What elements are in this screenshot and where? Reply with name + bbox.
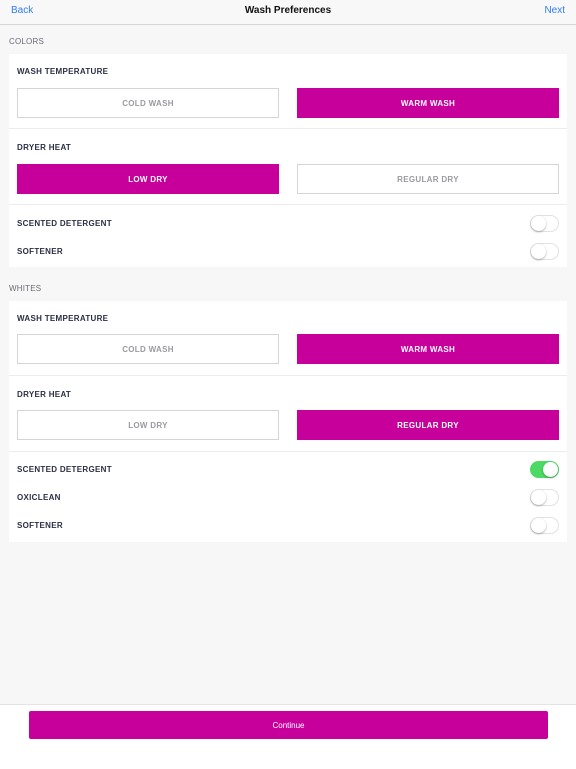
toggle-knob <box>531 244 546 259</box>
page-title: Wash Preferences <box>244 5 332 16</box>
colors-warm-wash-button[interactable]: WARM WASH <box>297 88 559 118</box>
whites-softener-toggle[interactable] <box>530 517 559 534</box>
next-button[interactable]: Next <box>544 5 565 16</box>
colors-softener-toggle[interactable] <box>530 243 559 260</box>
whites-scented-detergent-toggle[interactable] <box>530 461 559 478</box>
whites-softener-label: SOFTENER <box>17 521 63 530</box>
whites-cold-wash-button[interactable]: COLD WASH <box>17 334 279 364</box>
navigation-bar: Back Wash Preferences Next <box>0 0 576 25</box>
continue-button[interactable]: Continue <box>29 711 548 739</box>
whites-wash-temperature-label: WASH TEMPERATURE <box>17 314 109 323</box>
colors-wash-temperature-label: WASH TEMPERATURE <box>17 67 109 76</box>
bottom-bar: Continue <box>0 704 576 769</box>
colors-softener-label: SOFTENER <box>17 247 63 256</box>
divider <box>9 451 567 452</box>
whites-scented-detergent-label: SCENTED DETERGENT <box>17 465 112 474</box>
toggle-knob <box>531 216 546 231</box>
colors-regular-dry-button[interactable]: REGULAR DRY <box>297 164 559 194</box>
toggle-knob <box>531 518 546 533</box>
whites-card: WASH TEMPERATURE COLD WASH WARM WASH DRY… <box>9 301 567 542</box>
colors-dryer-heat-label: DRYER HEAT <box>17 143 72 152</box>
whites-dryer-heat-label: DRYER HEAT <box>17 390 72 399</box>
colors-scented-detergent-label: SCENTED DETERGENT <box>17 219 112 228</box>
colors-low-dry-button[interactable]: LOW DRY <box>17 164 279 194</box>
colors-cold-wash-button[interactable]: COLD WASH <box>17 88 279 118</box>
toggle-knob <box>543 462 558 477</box>
colors-scented-detergent-toggle[interactable] <box>530 215 559 232</box>
divider <box>9 128 567 129</box>
whites-warm-wash-button[interactable]: WARM WASH <box>297 334 559 364</box>
divider <box>9 204 567 205</box>
toggle-knob <box>531 490 546 505</box>
section-label-colors: COLORS <box>9 37 44 46</box>
whites-oxiclean-label: OXICLEAN <box>17 493 61 502</box>
whites-oxiclean-toggle[interactable] <box>530 489 559 506</box>
whites-low-dry-button[interactable]: LOW DRY <box>17 410 279 440</box>
whites-regular-dry-button[interactable]: REGULAR DRY <box>297 410 559 440</box>
section-label-whites: WHITES <box>9 284 42 293</box>
colors-card: WASH TEMPERATURE COLD WASH WARM WASH DRY… <box>9 54 567 267</box>
divider <box>9 375 567 376</box>
